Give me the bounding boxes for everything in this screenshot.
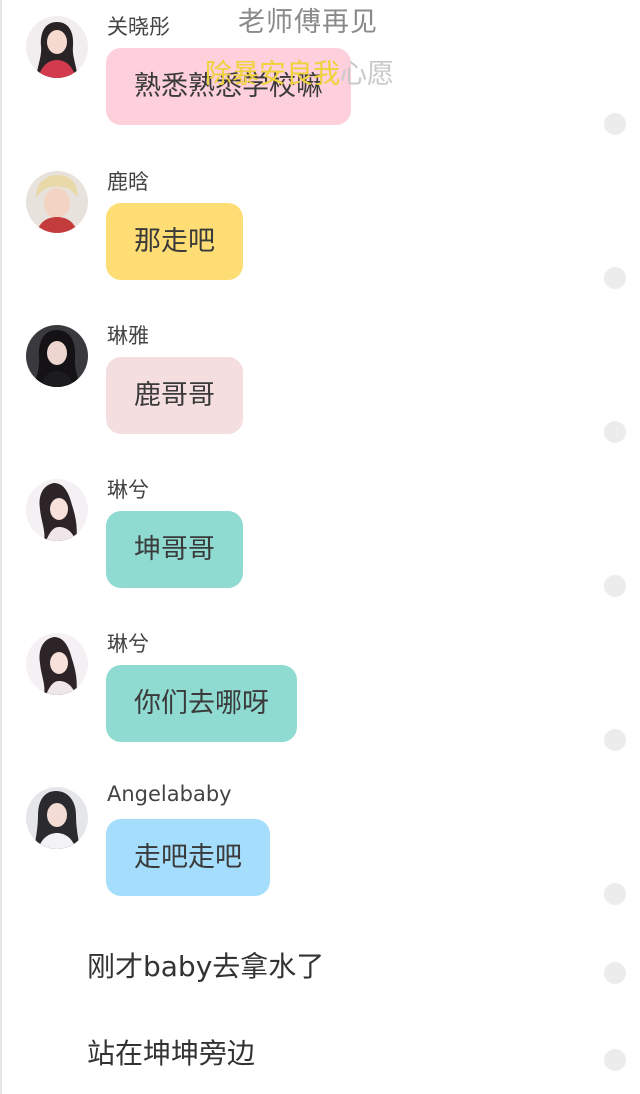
- avatar[interactable]: [26, 16, 88, 78]
- message-bubble[interactable]: 那走吧: [106, 203, 243, 280]
- avatar[interactable]: [26, 171, 88, 233]
- left-edge-divider: [0, 0, 2, 1094]
- avatar-photo-icon: [26, 16, 88, 78]
- sender-name: 琳兮: [107, 478, 149, 502]
- avatar[interactable]: [26, 479, 88, 541]
- message-bubble[interactable]: 坤哥哥: [106, 511, 243, 588]
- avatar[interactable]: [26, 633, 88, 695]
- select-radio[interactable]: [604, 729, 626, 751]
- select-radio[interactable]: [604, 421, 626, 443]
- overlay-caption-yellow-main: 除暴安良我: [205, 59, 340, 90]
- avatar-photo-icon: [26, 171, 88, 233]
- select-radio[interactable]: [604, 883, 626, 905]
- sender-name: 鹿晗: [107, 170, 149, 194]
- sender-name: Angelababy: [107, 782, 232, 806]
- select-radio[interactable]: [604, 962, 626, 984]
- avatar-photo-icon: [26, 633, 88, 695]
- message-bubble[interactable]: 鹿哥哥: [106, 357, 243, 434]
- message-bubble[interactable]: 走吧走吧: [106, 819, 270, 896]
- overlay-caption-top: 老师傅再见: [238, 7, 378, 38]
- message-bubble[interactable]: 你们去哪呀: [106, 665, 297, 742]
- select-radio[interactable]: [604, 267, 626, 289]
- avatar-photo-icon: [26, 787, 88, 849]
- select-radio[interactable]: [604, 113, 626, 135]
- narration-text: 站在坤坤旁边: [87, 1037, 256, 1070]
- select-radio[interactable]: [604, 575, 626, 597]
- avatar-photo-icon: [26, 325, 88, 387]
- sender-name: 关晓彤: [107, 15, 170, 39]
- avatar[interactable]: [26, 787, 88, 849]
- overlay-caption-yellow: 除暴安良我心愿: [205, 52, 394, 91]
- overlay-caption-yellow-tail: 心愿: [340, 59, 394, 90]
- sender-name: 琳雅: [107, 324, 149, 348]
- avatar[interactable]: [26, 325, 88, 387]
- narration-text: 刚才baby去拿水了: [87, 950, 325, 983]
- select-radio[interactable]: [604, 1049, 626, 1071]
- avatar-photo-icon: [26, 479, 88, 541]
- sender-name: 琳兮: [107, 632, 149, 656]
